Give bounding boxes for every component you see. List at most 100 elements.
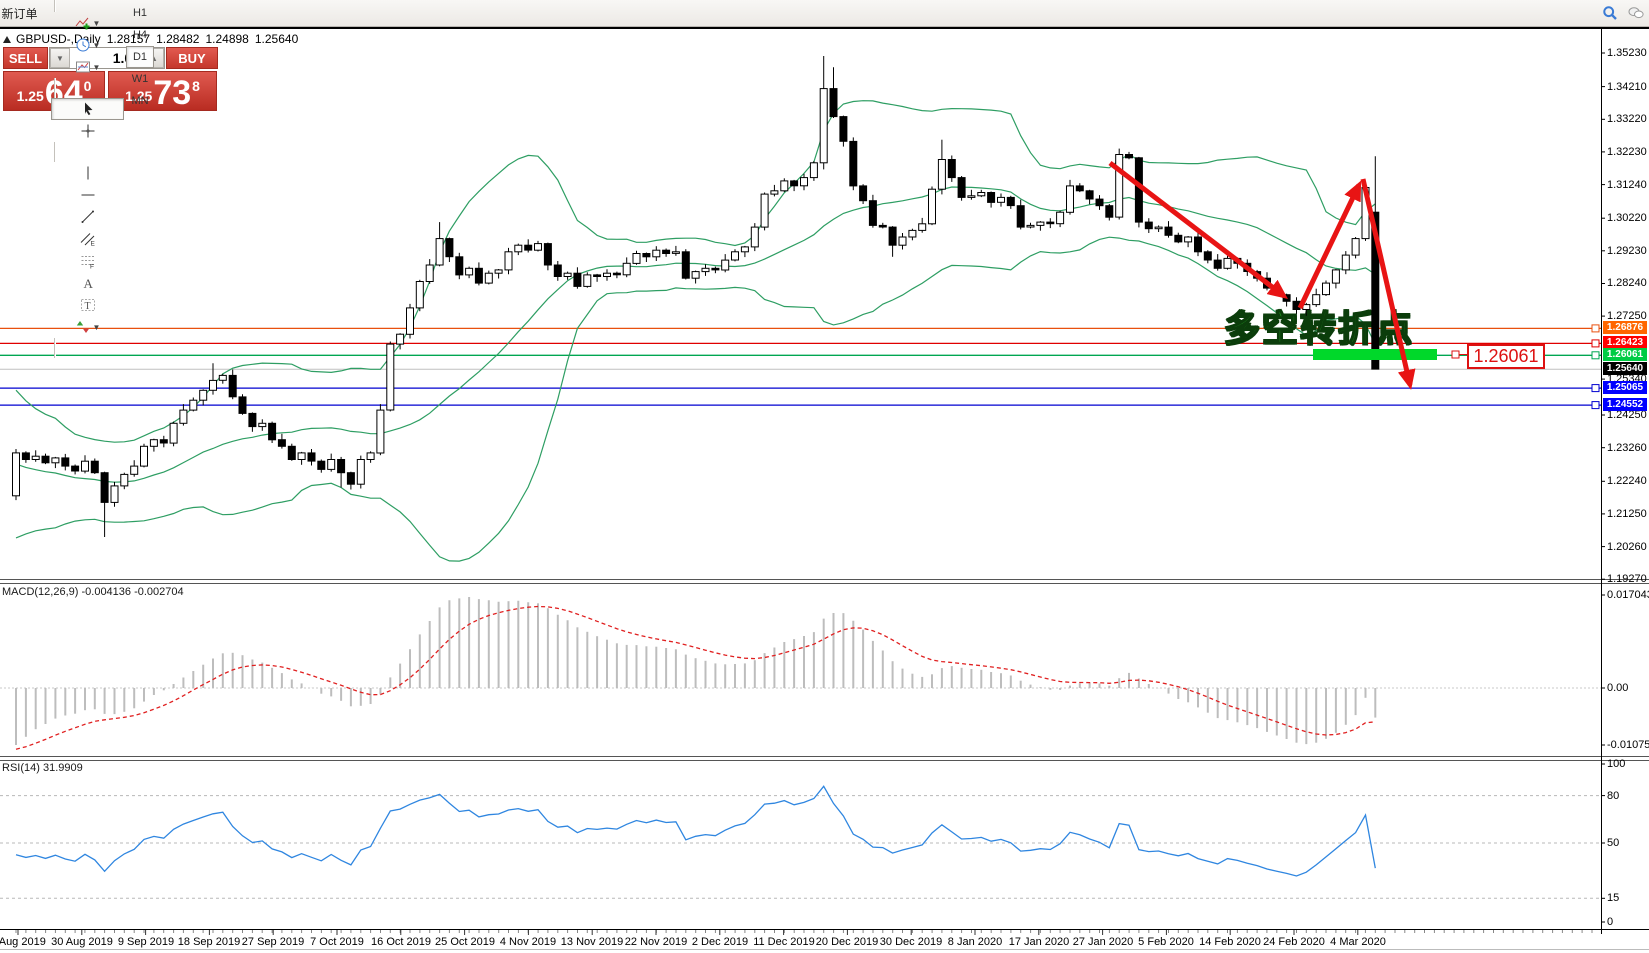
new-order-button-clipped: 新订单 — [0, 2, 50, 24]
date-axis-label[interactable]: 27 Jan 2020 — [1073, 936, 1134, 948]
svg-text:A: A — [83, 276, 93, 291]
price-axis-tick[interactable]: 1.31240 — [1607, 179, 1647, 191]
sell-button[interactable]: SELL — [3, 47, 48, 69]
price-flag-box[interactable]: 1.26061 — [1467, 344, 1545, 369]
date-axis-label[interactable]: 13 Nov 2019 — [561, 936, 623, 948]
shapes-button[interactable]: ▼ — [51, 316, 124, 338]
new-order-button[interactable]: 新订单 — [0, 2, 50, 24]
timeframe-mn-button[interactable]: MN — [126, 90, 154, 112]
text-label-icon: T — [80, 297, 96, 313]
price-axis-tick[interactable]: 1.30220 — [1607, 212, 1647, 224]
date-axis-label[interactable]: 14 Feb 2020 — [1199, 936, 1261, 948]
date-axis-label[interactable]: 5 Feb 2020 — [1138, 936, 1194, 948]
price-axis-tick[interactable]: 1.29230 — [1607, 245, 1647, 257]
add-indicator-button[interactable]: ▼ — [51, 12, 124, 34]
template-icon — [75, 59, 91, 75]
price-axis-tick[interactable]: 1.32230 — [1607, 146, 1647, 158]
macd-label: MACD(12,26,9) -0.004136 -0.002704 — [2, 586, 184, 598]
trendline-icon — [80, 209, 96, 225]
buy-button[interactable]: BUY — [166, 47, 218, 69]
date-axis-label[interactable]: 11 Dec 2019 — [753, 936, 815, 948]
crosshair-button[interactable] — [51, 120, 124, 142]
fibonacci-icon: F — [80, 253, 96, 269]
metatrader-window: 新订单 自动交易▼▼▼EFAT▼ M1M5M15M30H1H4D1W1MN GB… — [0, 0, 1649, 953]
timeframe-h1-button[interactable]: H1 — [126, 2, 154, 24]
timeframe-d1-button[interactable]: D1 — [126, 46, 154, 68]
macd-axis-tick[interactable]: 0.017043 — [1607, 589, 1649, 601]
macd-axis-tick[interactable]: 0.00 — [1607, 682, 1628, 694]
date-axis-label[interactable]: 7 Oct 2019 — [310, 936, 364, 948]
date-axis-label[interactable]: 30 Dec 2019 — [880, 936, 942, 948]
price-axis-tick[interactable]: 1.35230 — [1607, 47, 1647, 59]
price-axis-tick[interactable]: 1.19270 — [1607, 573, 1647, 585]
timeframe-w1-button[interactable]: W1 — [126, 68, 154, 90]
vertical-line-icon — [80, 165, 96, 181]
channel-button[interactable]: E — [51, 228, 124, 250]
fibonacci-button[interactable]: F — [51, 250, 124, 272]
svg-text:F: F — [90, 264, 94, 270]
date-axis-label[interactable]: 17 Jan 2020 — [1009, 936, 1070, 948]
ohlc-low: 1.24898 — [205, 32, 248, 46]
new-order-label: 新订单 — [1, 5, 37, 22]
sell-price-small: 1.25 — [17, 88, 44, 104]
date-axis-label[interactable]: 20 Dec 2019 — [816, 936, 878, 948]
macd-axis-tick[interactable]: -0.010751 — [1607, 739, 1649, 751]
search-button[interactable] — [1598, 2, 1622, 24]
chat-button[interactable] — [1624, 2, 1648, 24]
rsi-axis-tick[interactable]: 50 — [1607, 837, 1619, 849]
date-axis-label[interactable]: 4 Nov 2019 — [500, 936, 556, 948]
toolbar-separator — [54, 0, 56, 12]
template-button[interactable]: ▼ — [51, 56, 124, 78]
price-axis-tick[interactable]: 1.22240 — [1607, 475, 1647, 487]
price-badge-1.24552: 1.24552 — [1603, 398, 1647, 411]
price-badge-1.25640: 1.25640 — [1603, 362, 1647, 375]
date-axis-label[interactable]: 27 Sep 2019 — [242, 936, 304, 948]
date-axis-label[interactable]: 8 Jan 2020 — [948, 936, 1002, 948]
shapes-icon — [75, 319, 91, 335]
price-axis-tick[interactable]: 1.23260 — [1607, 442, 1647, 454]
price-badge-1.26061: 1.26061 — [1603, 348, 1647, 361]
price-axis-tick[interactable]: 1.33220 — [1607, 113, 1647, 125]
period-button[interactable]: ▼ — [51, 34, 124, 56]
date-axis-label[interactable]: 2 Dec 2019 — [692, 936, 748, 948]
rsi-axis-tick[interactable]: 100 — [1607, 758, 1625, 770]
rsi-axis-tick[interactable]: 80 — [1607, 790, 1619, 802]
chat-icon — [1628, 5, 1644, 21]
text-icon: A — [80, 275, 96, 291]
price-axis-tick[interactable]: 1.20260 — [1607, 541, 1647, 553]
main-toolbar: 新订单 自动交易▼▼▼EFAT▼ M1M5M15M30H1H4D1W1MN — [0, 0, 1649, 27]
date-axis-label[interactable]: 22 Nov 2019 — [625, 936, 687, 948]
trendline-button[interactable] — [51, 206, 124, 228]
horizontal-line-button[interactable] — [51, 184, 124, 206]
date-axis-label[interactable]: 1 Aug 2019 — [0, 936, 46, 948]
rsi-axis-tick[interactable]: 15 — [1607, 892, 1619, 904]
text-button[interactable]: A — [51, 272, 124, 294]
date-axis-label[interactable]: 18 Sep 2019 — [178, 936, 240, 948]
cursor-icon — [80, 101, 96, 117]
rsi-label: RSI(14) 31.9909 — [2, 762, 83, 774]
text-label-button[interactable]: T — [51, 294, 124, 316]
date-axis-label[interactable]: 16 Oct 2019 — [371, 936, 431, 948]
period-icon — [75, 37, 91, 53]
price-axis-tick[interactable]: 1.28240 — [1607, 277, 1647, 289]
cursor-button[interactable] — [51, 98, 124, 120]
date-axis-label[interactable]: 30 Aug 2019 — [51, 936, 113, 948]
price-axis-tick[interactable]: 1.34210 — [1607, 81, 1647, 93]
date-axis-label[interactable]: 25 Oct 2019 — [435, 936, 495, 948]
date-axis-label[interactable]: 24 Feb 2020 — [1263, 936, 1325, 948]
date-axis-label[interactable]: 4 Mar 2020 — [1330, 936, 1386, 948]
price-axis-tick[interactable]: 1.21250 — [1607, 508, 1647, 520]
date-axis-label[interactable]: 9 Sep 2019 — [118, 936, 174, 948]
timeframe-h4-button[interactable]: H4 — [126, 24, 154, 46]
horizontal-line-icon — [80, 187, 96, 203]
buy-price-big: 73 — [153, 78, 191, 108]
search-icon — [1602, 5, 1618, 21]
channel-icon: E — [80, 231, 96, 247]
vertical-line-button[interactable] — [51, 162, 124, 184]
chart-window-icon — [3, 36, 11, 43]
crosshair-icon — [80, 123, 96, 139]
price-badge-1.25065: 1.25065 — [1603, 381, 1647, 394]
chart-objects-layer — [0, 0, 1649, 953]
rsi-axis-tick[interactable]: 0 — [1607, 916, 1613, 928]
toolbar-separator — [54, 142, 56, 162]
